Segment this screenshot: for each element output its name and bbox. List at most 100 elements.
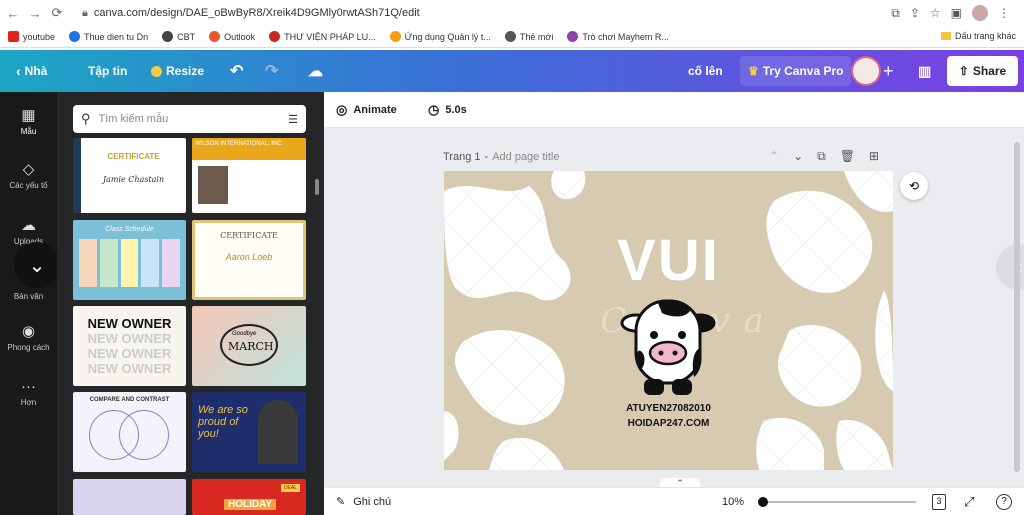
animate-button[interactable]: ◎ Animate: [336, 102, 397, 118]
template-thumbnail[interactable]: Class Schedule: [73, 220, 186, 300]
redo-icon[interactable]: ↷: [265, 61, 278, 81]
move-up-icon[interactable]: ⌃: [769, 149, 779, 164]
template-thumbnail[interactable]: DEAL HOLIDAY: [192, 479, 306, 515]
template-thumbnail[interactable]: CERTIFICATE Aaron Loeb: [192, 220, 306, 300]
page-count-button[interactable]: 3: [932, 493, 946, 510]
home-button[interactable]: ‹ Nhà: [16, 63, 47, 79]
duration-button[interactable]: ◷ 5.0s: [428, 102, 467, 118]
editor-toolbar: ◎ Animate ◷ 5.0s: [324, 92, 1024, 128]
analytics-icon[interactable]: ▥: [918, 63, 931, 80]
bookmark-icon: [69, 31, 81, 42]
add-collaborator-icon[interactable]: +: [883, 61, 894, 82]
help-icon[interactable]: ?: [996, 493, 1012, 510]
comment-button[interactable]: ⟲: [900, 172, 928, 200]
translate-icon[interactable]: ⧉: [891, 6, 900, 21]
zoom-slider[interactable]: [758, 497, 916, 507]
page-title-input[interactable]: Add page title: [492, 151, 559, 163]
filter-icon[interactable]: ☰: [288, 113, 298, 126]
template-thumbnail[interactable]: WILSON INTERNATIONAL, INC.: [192, 138, 306, 213]
collapse-overlay-button[interactable]: ⌄: [14, 242, 60, 288]
more-icon: ···: [21, 378, 36, 395]
template-thumbnail[interactable]: Goodbye MARCH: [192, 306, 306, 386]
bookmarks-bar: youtube Thue dien tu Dn CBT Outlook THƯ …: [0, 26, 1024, 48]
sidebar-item-templates[interactable]: ▦ Mẫu: [0, 106, 57, 136]
canva-topbar: ‹ Nhà Tập tin Resize ↶ ↷ ☁ cố lên ♛ Try Ca…: [0, 50, 1024, 92]
photo-placeholder: [198, 166, 228, 204]
photo-placeholder: [258, 400, 298, 464]
address-bar[interactable]: 🔒︎ canva.com/design/DAE_oBwByR8/Xreik4D9…: [82, 7, 420, 20]
share-page-icon[interactable]: ⇪: [910, 6, 920, 20]
reload-icon[interactable]: ⟳: [48, 5, 66, 21]
bookmark-item[interactable]: Thẻ mới: [504, 31, 553, 42]
design-headline[interactable]: VUI: [588, 231, 749, 291]
share-button[interactable]: ⇧ Share: [947, 56, 1018, 86]
move-down-icon[interactable]: ⌄: [793, 149, 803, 164]
sidepanel-icon[interactable]: ▣: [951, 6, 962, 20]
file-menu-button[interactable]: Tập tin: [88, 64, 127, 78]
zoom-slider-thumb[interactable]: [758, 497, 768, 507]
undo-icon[interactable]: ↶: [230, 61, 243, 81]
sidebar-item-styles[interactable]: ◉ Phong cách: [0, 322, 57, 352]
left-sidebar: ▦Mẫu ◇Các yếu tố ☁Uploads TBản văn ◉Phon…: [0, 92, 60, 515]
clock-icon: ◷: [428, 101, 440, 117]
bookmark-item[interactable]: Trò chơi Mayhem R...: [567, 31, 669, 42]
other-bookmarks[interactable]: Dấu trang khác: [940, 31, 1016, 41]
bookmark-item[interactable]: youtube: [8, 31, 55, 42]
bookmark-item[interactable]: Outlook: [209, 31, 255, 42]
crown-icon: [151, 65, 162, 77]
editor-bottom-bar: ✎ Ghi chú 10% 3 ⤢ ?: [324, 487, 1024, 515]
elements-icon: ◇: [22, 161, 35, 178]
bookmark-icon: [269, 31, 281, 42]
animate-icon: ◎: [336, 101, 348, 117]
menu-icon[interactable]: ⋮: [998, 6, 1010, 20]
bookmark-icon: [567, 31, 579, 42]
templates-icon: ▦: [21, 107, 36, 124]
notes-icon: ✎: [336, 496, 346, 508]
canvas-scrollbar[interactable]: [1014, 142, 1020, 472]
design-page[interactable]: VUI Canva ATUYEN27082010 HOIDAP247.COM: [444, 171, 893, 470]
profile-avatar[interactable]: [972, 5, 988, 21]
add-page-icon[interactable]: ⊞: [869, 149, 879, 164]
back-icon[interactable]: ←: [4, 6, 22, 21]
crown-icon: ♛: [748, 64, 759, 78]
user-avatar[interactable]: [851, 56, 881, 86]
cloud-save-icon[interactable]: ☁: [308, 62, 323, 80]
page-actions: ⌃ ⌄ ⧉ 🗑︎ ⊞: [769, 149, 879, 164]
try-pro-button[interactable]: ♛ Try Canva Pro: [740, 56, 852, 86]
comment-add-icon: ⟲: [908, 179, 920, 193]
notes-button[interactable]: ✎ Ghi chú: [336, 495, 391, 509]
design-title[interactable]: cố lên: [688, 64, 723, 78]
zoom-level: 10%: [722, 495, 745, 508]
resize-button[interactable]: Resize: [151, 64, 204, 78]
bookmark-icon: [504, 31, 516, 42]
bookmark-star-icon[interactable]: ☆: [930, 6, 941, 20]
template-thumbnail[interactable]: NEW OWNER NEW OWNER NEW OWNER NEW OWNER: [73, 306, 186, 386]
bookmark-item[interactable]: Thue dien tu Dn: [69, 31, 148, 42]
design-credit-line-1[interactable]: ATUYEN27082010: [588, 403, 749, 414]
bookmark-icon: [389, 31, 401, 42]
template-thumbnail[interactable]: COMPARE AND CONTRAST: [73, 392, 186, 472]
bookmark-item[interactable]: Ứng dụng Quản lý t...: [389, 31, 491, 42]
sidebar-item-elements[interactable]: ◇ Các yếu tố: [0, 160, 57, 190]
bookmark-item[interactable]: CBT: [162, 31, 195, 42]
upload-cloud-icon: ☁: [21, 217, 36, 234]
sidebar-item-more[interactable]: ··· Hơn: [0, 378, 57, 407]
page-label: Trang 1: [443, 151, 481, 163]
forward-icon[interactable]: →: [26, 6, 44, 21]
folder-icon: [940, 32, 951, 40]
browser-toolbar: ← → ⟳ 🔒︎ canva.com/design/DAE_oBwByR8/Xr…: [0, 0, 1024, 26]
delete-page-icon[interactable]: 🗑︎: [840, 149, 855, 164]
cow-illustration[interactable]: [618, 291, 718, 401]
panel-scrollbar[interactable]: [315, 179, 319, 195]
template-thumbnail[interactable]: CERTIFICATE Jamie Chastain: [73, 138, 186, 213]
bookmark-item[interactable]: THƯ VIỆN PHÁP LU...: [269, 31, 376, 42]
sidebar-item-uploads[interactable]: ☁ Uploads: [0, 216, 57, 246]
template-thumbnail[interactable]: [73, 479, 186, 515]
template-search-input[interactable]: ⚲ Tìm kiếm mẫu ☰: [73, 105, 306, 133]
fullscreen-icon[interactable]: ⤢: [964, 494, 974, 510]
duplicate-page-icon[interactable]: ⧉: [817, 149, 826, 164]
template-thumbnail[interactable]: We are so proud of you!: [192, 392, 306, 472]
templates-panel: ⚲ Tìm kiếm mẫu ☰ CERTIFICATE Jamie Chast…: [57, 92, 335, 515]
chevron-left-icon: ‹: [16, 63, 21, 79]
design-credit-line-2[interactable]: HOIDAP247.COM: [588, 418, 749, 429]
